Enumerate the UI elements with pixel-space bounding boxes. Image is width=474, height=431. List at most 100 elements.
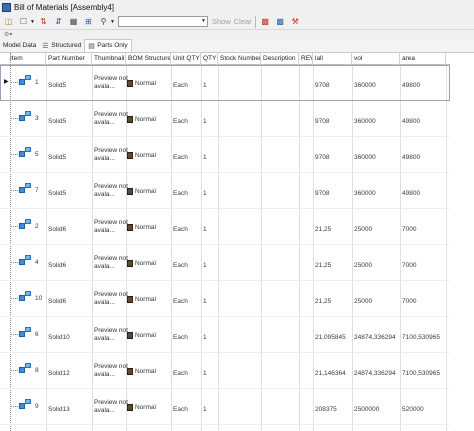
cell-unit-qty: Each	[173, 82, 188, 89]
cell-unit-qty: Each	[173, 262, 188, 269]
cell-part-number: Solid5	[48, 118, 67, 125]
column-qty[interactable]: QTY	[201, 53, 218, 65]
cell-unit-qty: Each	[173, 370, 188, 377]
title-bar: Bill of Materials [Assembly4]	[0, 0, 474, 14]
part-icon	[25, 219, 31, 224]
tree-branch	[11, 370, 18, 372]
cell-thumbnail: Preview not avala...	[94, 399, 128, 414]
cell-vol: 25000	[354, 298, 373, 305]
bom-structure-label: Normal	[135, 152, 156, 159]
find-icon[interactable]: ⚲	[97, 16, 110, 28]
cell-thumbnail: Preview not avala...	[94, 363, 128, 378]
cell-item: 4	[35, 259, 39, 266]
table-row[interactable]: 8 Solid12 Preview not avala... Normal Each 1 2…	[0, 353, 450, 389]
export-icon[interactable]: ▩	[259, 16, 272, 28]
bom-structure-icon	[127, 296, 133, 303]
cell-lall: 21,095845	[315, 334, 346, 341]
column-rev[interactable]: REV	[299, 53, 313, 65]
cell-part-number: Solid13	[48, 406, 70, 413]
grid-margin	[450, 53, 474, 431]
cell-lall: 21,146364	[315, 370, 346, 377]
chevron-down-icon[interactable]: ▼	[201, 18, 206, 24]
tree-branch	[11, 334, 18, 336]
column-description[interactable]: Description	[261, 53, 299, 65]
cell-lall: 21,25	[315, 262, 332, 269]
cell-area: 7100,530965	[402, 370, 440, 377]
cell-thumbnail: Preview not avala...	[94, 75, 128, 90]
table-row[interactable]: 5 Solid5 Preview not avala... Normal Each 1 97…	[0, 137, 450, 173]
cell-bom-structure: Normal	[127, 332, 156, 339]
cell-part-number: Solid12	[48, 370, 70, 377]
bom-icon[interactable]: ◫	[2, 16, 15, 28]
clear-button[interactable]: Clear	[234, 17, 252, 26]
cell-bom-structure: Normal	[127, 116, 156, 123]
bom-structure-icon	[127, 188, 133, 195]
cell-thumbnail: Preview not avala...	[94, 327, 128, 342]
import-icon[interactable]: ▩	[274, 16, 287, 28]
structure-icon[interactable]: ▦	[67, 16, 80, 28]
cell-lall: 9708	[315, 154, 330, 161]
open-icon[interactable]: ☐	[17, 16, 30, 28]
table-row[interactable]: ▶ 1 Solid5 Preview not avala... Normal Each 1 9…	[0, 65, 450, 101]
bom-structure-label: Normal	[135, 332, 156, 339]
table-row[interactable]: 6 Solid10 Preview not avala... Normal Each 1 2…	[0, 317, 450, 353]
table-row[interactable]: 4 Solid6 Preview not avala... Normal Each 1 21…	[0, 245, 450, 281]
window-title: Bill of Materials [Assembly4]	[14, 2, 115, 12]
tree-branch	[11, 118, 18, 120]
table-row[interactable]: 3 Solid5 Preview not avala... Normal Each 1 97…	[0, 101, 450, 137]
part-icon	[25, 255, 31, 260]
tab-structured[interactable]: ☰ Structured	[39, 40, 84, 52]
column-bom-structure[interactable]: BOM Structure	[126, 53, 171, 65]
filter-icon[interactable]: ⇅	[37, 16, 50, 28]
bom-structure-icon	[127, 224, 133, 231]
cell-area: 520000	[402, 406, 424, 413]
column-area[interactable]: area	[400, 53, 446, 65]
tab-parts-only[interactable]: ▤ Parts Only	[84, 39, 132, 52]
cell-lall: 21,25	[315, 226, 332, 233]
cell-area: 7000	[402, 298, 417, 305]
cell-unit-qty: Each	[173, 226, 188, 233]
cell-vol: 25000	[354, 226, 373, 233]
cell-unit-qty: Each	[173, 298, 188, 305]
cell-vol: 2500000	[354, 406, 380, 413]
dropdown-arrow-icon[interactable]: ▼	[110, 16, 115, 28]
cell-bom-structure: Normal	[127, 368, 156, 375]
tab-label: Parts Only	[97, 42, 128, 49]
sort-icon[interactable]: ⇵	[52, 16, 65, 28]
tree-branch	[11, 226, 18, 228]
column-lall[interactable]: lall	[313, 53, 352, 65]
column-thumbnail[interactable]: Thumbnail	[92, 53, 126, 65]
cell-area: 49800	[402, 118, 421, 125]
column-stock-number[interactable]: Stock Number	[218, 53, 261, 65]
table-row[interactable]: 9 Solid13 Preview not avala... Normal Each 1 2…	[0, 389, 450, 425]
column-unit-qty[interactable]: Unit QTY	[171, 53, 201, 65]
cell-qty: 1	[203, 262, 207, 269]
table-row[interactable]: 2 Solid6 Preview not avala... Normal Each 1 21…	[0, 209, 450, 245]
column-vol[interactable]: vol	[352, 53, 400, 65]
cell-thumbnail: Preview not avala...	[94, 255, 128, 270]
parts-only-icon: ▤	[88, 42, 95, 50]
table-row[interactable]: 7 Solid5 Preview not avala... Normal Each 1 97…	[0, 173, 450, 209]
bom-structure-label: Normal	[135, 224, 156, 231]
cell-vol: 25000	[354, 262, 373, 269]
bom-structure-icon	[127, 116, 133, 123]
tools-icon[interactable]: ⚙▾	[4, 31, 18, 39]
table-row[interactable]: 10 Solid6 Preview not avala... Normal Each 1 2…	[0, 281, 450, 317]
tree-branch	[11, 154, 18, 156]
bom-structure-label: Normal	[135, 116, 156, 123]
tab-model-data[interactable]: Model Data	[0, 40, 39, 52]
bom-structure-icon	[127, 80, 133, 87]
cell-part-number: Solid6	[48, 262, 67, 269]
column-part-number[interactable]: Part Number	[46, 53, 92, 65]
settings-icon[interactable]: ⚒	[289, 16, 302, 28]
dropdown-arrow-icon[interactable]: ▼	[30, 16, 35, 28]
search-combo[interactable]: ▼	[118, 16, 208, 27]
cell-unit-qty: Each	[173, 406, 188, 413]
expand-icon[interactable]: ⊞	[82, 16, 95, 28]
bom-structure-label: Normal	[135, 188, 156, 195]
cell-area: 49800	[402, 190, 421, 197]
show-button[interactable]: Show	[212, 17, 231, 26]
bom-structure-label: Normal	[135, 260, 156, 267]
column-item[interactable]: Item	[0, 53, 46, 65]
cell-thumbnail: Preview not avala...	[94, 183, 128, 198]
